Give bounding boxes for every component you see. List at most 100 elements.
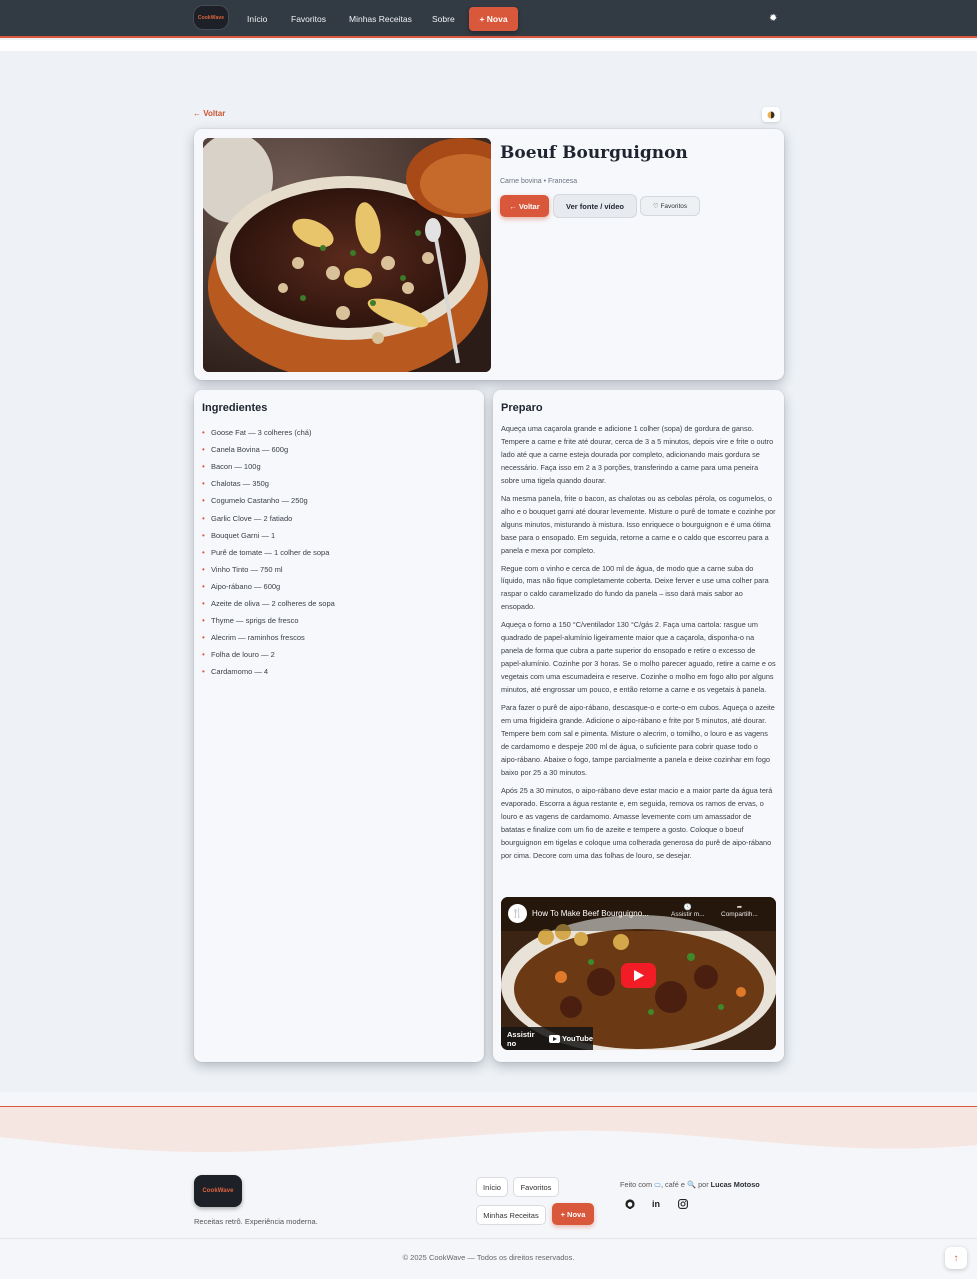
- made-with-by: por: [698, 1180, 709, 1189]
- author-name: Lucas Motoso: [710, 1180, 760, 1189]
- ingredient-text: Cogumelo Castanho — 250g: [211, 496, 308, 506]
- bullet-icon: •: [202, 633, 205, 643]
- nav-new-recipe-button[interactable]: + Nova: [469, 7, 518, 31]
- ingredient-item: • Chalotas — 350g: [202, 475, 335, 492]
- ingredient-item: • Alecrim — raminhos frescos: [202, 629, 335, 646]
- bullet-icon: •: [202, 530, 205, 540]
- ingredient-text: Bouquet Garni — 1: [211, 530, 276, 540]
- preparation-steps: Aqueça uma caçarola grande e adicione 1 …: [501, 423, 776, 868]
- search-icon: 🔍: [686, 1180, 697, 1189]
- ingredient-text: Aipo-rábano — 600g: [211, 581, 281, 591]
- back-button[interactable]: ← Voltar: [500, 195, 549, 217]
- footer-wave: [0, 1107, 977, 1153]
- bullet-icon: •: [202, 616, 205, 626]
- preparation-step: Para fazer o purê de aipo-rábano, descas…: [501, 703, 775, 777]
- share-button[interactable]: ➦ Compartilh...: [721, 903, 758, 918]
- footer-link-inicio[interactable]: Início: [476, 1177, 508, 1197]
- ingredient-item: • Purê de tomate — 1 colher de sopa: [202, 544, 335, 561]
- ingredient-item: • Folha de louro — 2: [202, 646, 335, 663]
- play-icon[interactable]: [621, 963, 656, 988]
- nav-link-sobre[interactable]: Sobre: [432, 14, 455, 24]
- ingredient-item: • Azeite de oliva — 2 colheres de sopa: [202, 595, 335, 612]
- view-source-button[interactable]: Ver fonte / vídeo: [554, 195, 636, 217]
- copyright-text: © 2025 CookWave — Todos os direitos rese…: [402, 1253, 575, 1262]
- footer-tagline: Receitas retrô. Experiência moderna.: [194, 1217, 318, 1226]
- bullet-icon: •: [202, 547, 205, 557]
- made-with-credit: Feito com ▭, café e 🔍 por Lucas Motoso: [620, 1180, 760, 1189]
- ingredients-list: • Goose Fat — 3 colheres (chá) • Canela Bo…: [202, 424, 335, 680]
- watch-later-button[interactable]: 🕓 Assistir m...: [671, 903, 705, 918]
- bullet-icon: •: [202, 581, 205, 591]
- github-icon[interactable]: [623, 1197, 637, 1211]
- footer-link-favoritos[interactable]: Favoritos: [513, 1177, 559, 1197]
- recipe-photo: [203, 138, 491, 372]
- bullet-icon: •: [202, 462, 205, 472]
- nav-link-minhas-receitas[interactable]: Minhas Receitas: [349, 14, 412, 24]
- ingredient-item: • Bouquet Garni — 1: [202, 527, 335, 544]
- nav-link-inicio[interactable]: Início: [247, 14, 267, 24]
- preparation-step: Aqueça o forno a 150 °C/ventilador 130 °…: [501, 620, 776, 695]
- ingredient-text: Garlic Clove — 2 fatiado: [211, 513, 293, 523]
- footer-brand-logo[interactable]: CookWave: [194, 1175, 242, 1207]
- clock-icon: 🕓: [683, 904, 692, 911]
- preparation-step: Regue com o vinho e cerca de 100 ml de á…: [501, 563, 769, 612]
- navbar-underlay: [0, 40, 977, 51]
- ingredient-item: • Garlic Clove — 2 fatiado: [202, 509, 335, 526]
- scroll-to-top-button[interactable]: ↑: [945, 1247, 967, 1269]
- ingredient-item: • Canela Bovina — 600g: [202, 441, 335, 458]
- ingredient-item: • Cogumelo Castanho — 250g: [202, 492, 335, 509]
- ingredient-text: Thyme — sprigs de fresco: [211, 616, 299, 626]
- video-embed[interactable]: 🍴 How To Make Beef Bourguigno... 🕓 Assis…: [501, 897, 776, 1050]
- ingredient-text: Vinho Tinto — 750 ml: [211, 564, 283, 574]
- made-with-middle: , café e: [660, 1180, 685, 1189]
- bullet-icon: •: [202, 513, 205, 523]
- bullet-icon: •: [202, 667, 205, 677]
- ingredient-text: Goose Fat — 3 colheres (chá): [211, 428, 312, 438]
- ingredient-text: Folha de louro — 2: [211, 650, 275, 660]
- footer-divider: [0, 1238, 977, 1239]
- linkedin-icon[interactable]: in: [649, 1197, 663, 1211]
- laptop-icon: ▭: [654, 1180, 661, 1189]
- ingredient-item: • Goose Fat — 3 colheres (chá): [202, 424, 335, 441]
- bullet-icon: •: [202, 564, 205, 574]
- share-label: Compartilh...: [721, 911, 758, 918]
- bullet-icon: •: [202, 428, 205, 438]
- favorite-button[interactable]: ♡ Favoritos: [641, 197, 699, 215]
- bullet-icon: •: [202, 650, 205, 660]
- youtube-logo: YouTube: [549, 1034, 593, 1043]
- bullet-icon: •: [202, 496, 205, 506]
- preparation-step: Aqueça uma caçarola grande e adicione 1 …: [501, 424, 774, 485]
- back-link[interactable]: ← Voltar: [193, 109, 225, 118]
- ingredients-card: Ingredientes • Goose Fat — 3 colheres (ch…: [194, 390, 484, 1062]
- ingredient-item: • Bacon — 100g: [202, 458, 335, 475]
- sun-icon[interactable]: ✹: [769, 13, 777, 24]
- nav-link-favoritos[interactable]: Favoritos: [291, 14, 326, 24]
- half-circle-icon: [767, 111, 775, 118]
- made-with-prefix: Feito com: [620, 1180, 653, 1189]
- watch-on-label: Assistir no: [507, 1029, 535, 1048]
- ingredient-item: • Cardamomo — 4: [202, 663, 335, 680]
- preparation-title: Preparo: [501, 402, 543, 414]
- recipe-title: Boeuf Bourguignon: [500, 143, 688, 163]
- preparation-step: Após 25 a 30 minutos, o aipo-rábano deve…: [501, 785, 773, 860]
- ingredient-item: • Vinho Tinto — 750 ml: [202, 561, 335, 578]
- brand-logo-text: CookWave: [197, 14, 225, 21]
- contrast-toggle[interactable]: [762, 107, 780, 122]
- bullet-icon: •: [202, 598, 205, 608]
- youtube-wordmark: YouTube: [562, 1034, 593, 1043]
- ingredient-text: Bacon — 100g: [211, 462, 261, 472]
- footer-link-minhas-receitas[interactable]: Minhas Receitas: [476, 1205, 546, 1225]
- instagram-icon[interactable]: [676, 1197, 690, 1211]
- footer-logo-text: CookWave: [202, 1188, 234, 1194]
- recipe-header-card: Boeuf Bourguignon Carne bovina • Frances…: [194, 129, 784, 380]
- watch-later-label: Assistir m...: [671, 911, 705, 918]
- watch-on-youtube-button[interactable]: Assistir no YouTube: [501, 1027, 593, 1050]
- bullet-icon: •: [202, 479, 205, 489]
- preparation-card: Preparo Aqueça uma caçarola grande e adi…: [493, 390, 784, 1062]
- ingredient-item: • Thyme — sprigs de fresco: [202, 612, 335, 629]
- ingredient-item: • Aipo-rábano — 600g: [202, 578, 335, 595]
- brand-logo[interactable]: CookWave: [194, 6, 228, 29]
- video-title[interactable]: How To Make Beef Bourguigno...: [532, 909, 649, 918]
- channel-avatar[interactable]: 🍴: [508, 904, 527, 923]
- footer-new-recipe-button[interactable]: + Nova: [552, 1203, 594, 1225]
